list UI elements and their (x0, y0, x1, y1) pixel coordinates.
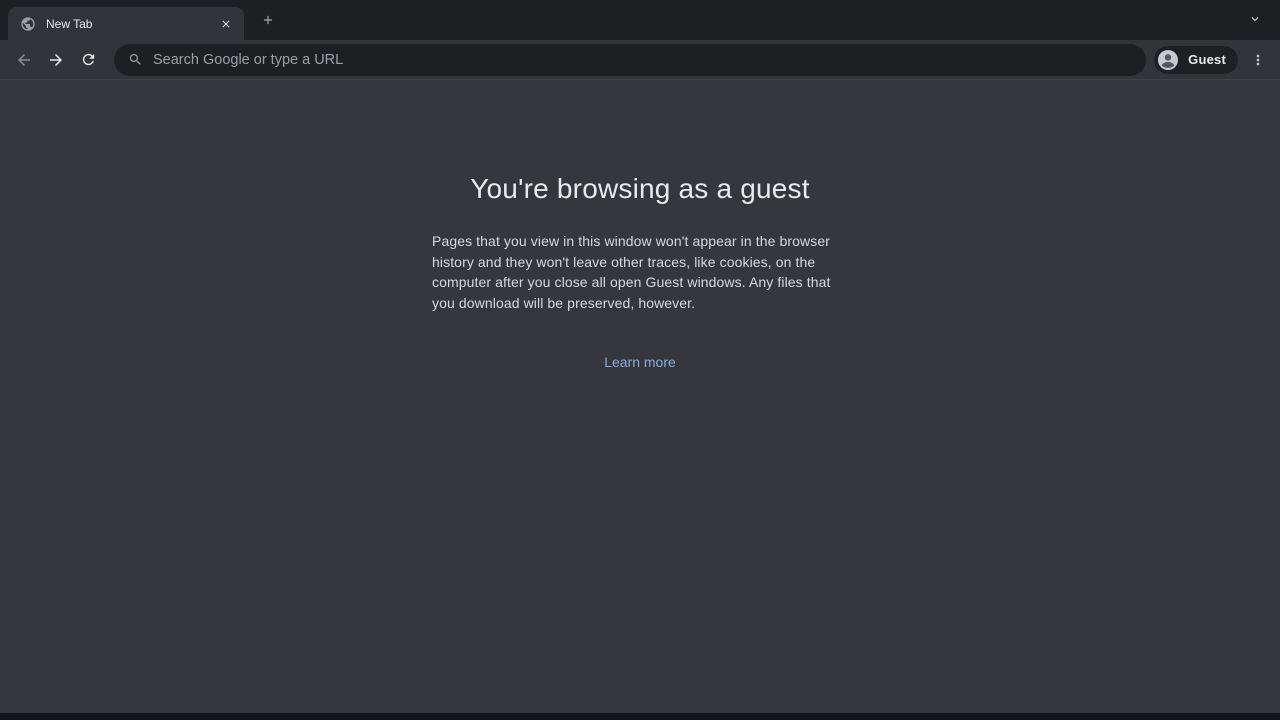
browser-window: New Tab (0, 0, 1280, 720)
guest-page: You're browsing as a guest Pages that yo… (0, 80, 1280, 720)
reload-button[interactable] (74, 46, 102, 74)
toolbar: Guest (0, 40, 1280, 80)
guest-description: Pages that you view in this window won't… (432, 231, 848, 313)
url-input[interactable] (153, 52, 1132, 68)
tab-title: New Tab (46, 17, 216, 31)
guest-profile-label: Guest (1188, 52, 1226, 67)
tab-close-icon[interactable] (216, 14, 236, 34)
guest-avatar-icon (1156, 48, 1180, 72)
search-icon (128, 52, 143, 67)
address-bar[interactable] (114, 44, 1146, 76)
guest-profile-button[interactable]: Guest (1154, 46, 1238, 74)
forward-button[interactable] (42, 46, 70, 74)
back-button[interactable] (10, 46, 38, 74)
window-bottom-edge (0, 713, 1280, 720)
guest-message-box: You're browsing as a guest Pages that yo… (432, 80, 848, 372)
learn-more-link[interactable]: Learn more (604, 354, 676, 370)
menu-button[interactable] (1244, 46, 1272, 74)
new-tab-button[interactable] (254, 6, 282, 34)
globe-favicon-icon (20, 16, 36, 32)
tab-strip: New Tab (0, 0, 1280, 40)
page-title: You're browsing as a guest (432, 173, 848, 205)
tab-new-tab[interactable]: New Tab (8, 7, 244, 40)
tab-search-chevron-icon[interactable] (1242, 6, 1268, 32)
